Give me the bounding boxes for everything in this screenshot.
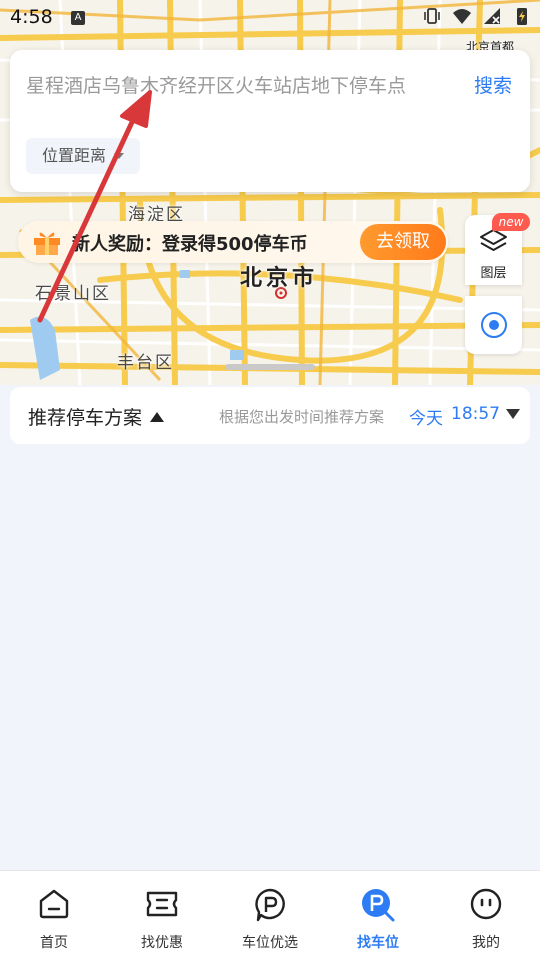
coupon-icon (146, 891, 178, 917)
search-button[interactable]: 搜索 (474, 71, 512, 98)
map-label-shijingshan: 石景山区 (35, 284, 111, 304)
locate-icon (481, 312, 507, 338)
departure-time: 18:57 (451, 404, 500, 424)
claim-reward-button[interactable]: 去领取 (360, 224, 446, 260)
gift-icon (34, 232, 60, 255)
recommend-title: 推荐停车方案 (28, 407, 143, 429)
bottom-nav: 首页 找优惠 车位优选 找车位 我的 (0, 870, 540, 960)
chevron-down-icon (114, 153, 125, 159)
nav-item-find-parking[interactable]: 找车位 (324, 871, 432, 960)
nav-item-profile[interactable]: 我的 (432, 871, 540, 960)
distance-filter-dropdown[interactable]: 位置距离 (26, 138, 141, 174)
caret-up-icon (150, 411, 165, 422)
distance-filter-label: 位置距离 (42, 146, 107, 165)
recommend-hint: 根据您出发时间推荐方案 (219, 408, 385, 426)
new-badge: new (492, 213, 530, 231)
recommend-bar: 推荐停车方案 根据您出发时间推荐方案 今天 18:57 (10, 387, 530, 444)
wifi-icon (453, 9, 471, 24)
promo-text: 新人奖励：登录得500停车币 (72, 234, 308, 255)
locate-me-button[interactable] (465, 296, 522, 354)
signal-off-icon (484, 8, 500, 24)
departure-time-selector[interactable]: 18:57 (451, 404, 520, 424)
recommend-toggle[interactable]: 推荐停车方案 (28, 403, 165, 430)
nav-item-home[interactable]: 首页 (0, 871, 108, 960)
layers-icon (480, 229, 507, 251)
map-label-fengtai: 丰台区 (117, 353, 174, 373)
profile-icon (470, 888, 502, 920)
home-icon (39, 889, 69, 919)
parking-select-icon (255, 888, 285, 922)
nav-item-parking-select[interactable]: 车位优选 (216, 871, 324, 960)
caret-down-icon (506, 409, 520, 419)
departure-day[interactable]: 今天 (409, 404, 443, 429)
nav-label-profile: 我的 (472, 935, 500, 951)
nav-item-coupon[interactable]: 找优惠 (108, 871, 216, 960)
drag-handle[interactable] (225, 364, 315, 370)
map-label-beijing: 北京市 (240, 266, 319, 291)
vibrate-icon (424, 8, 440, 24)
layer-label: 图层 (480, 266, 507, 281)
promo-banner[interactable]: 新人奖励：登录得500停车币 去领取 (18, 221, 448, 263)
nav-label-parking-select: 车位优选 (242, 935, 298, 951)
battery-charging-icon (517, 8, 527, 25)
notification-a-icon: A (71, 11, 85, 25)
status-time: 4:58 (10, 6, 53, 28)
nav-label-coupon: 找优惠 (141, 935, 183, 951)
status-bar: 4:58 A (0, 0, 540, 36)
nav-label-home: 首页 (40, 935, 68, 951)
search-card: 星程酒店乌鲁木齐经开区火车站店地下停车点 搜索 位置距离 (10, 50, 530, 192)
search-input[interactable]: 星程酒店乌鲁木齐经开区火车站店地下停车点 (26, 71, 406, 98)
nav-label-find-parking: 找车位 (357, 935, 399, 951)
find-parking-icon (362, 889, 395, 922)
